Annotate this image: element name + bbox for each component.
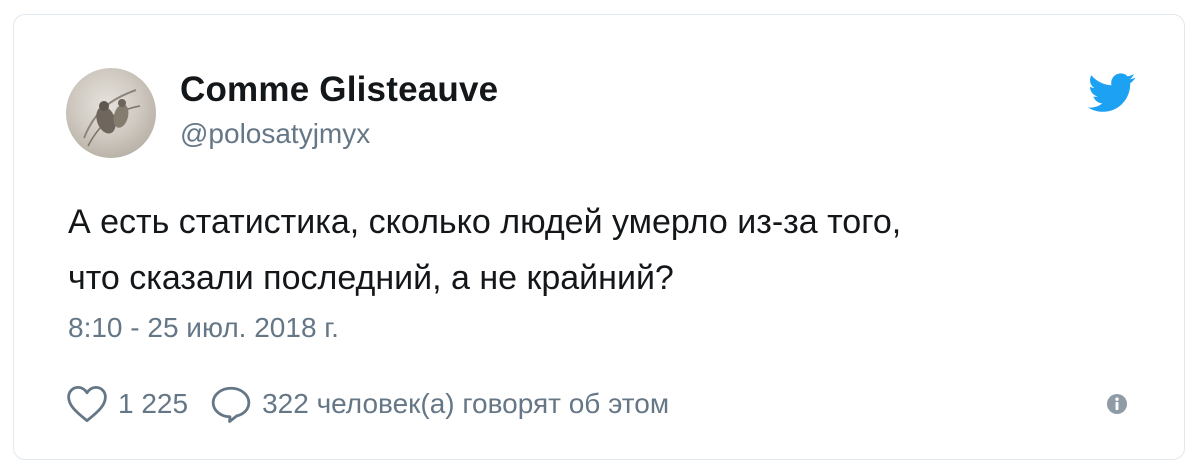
like-count: 1 225 [118, 388, 189, 419]
avatar-image [83, 89, 141, 147]
discussion-count: 322 человек(а) говорят об этом [262, 388, 670, 419]
speech-bubble-icon[interactable] [210, 384, 252, 424]
reply-action[interactable]: 322 человек(а) говорят об этом [188, 384, 669, 424]
author-display-name[interactable]: Comme Glisteauve [180, 70, 498, 110]
author-handle[interactable]: @polosatyjmyx [180, 118, 370, 150]
info-icon[interactable] [1106, 393, 1128, 415]
tweet-actions: 1 225 322 человек(а) говорят об этом [66, 382, 669, 426]
tweet-text-line: что сказали последний, а не крайний? [68, 259, 674, 297]
twitter-bird-icon[interactable] [1088, 73, 1136, 113]
avatar[interactable] [66, 68, 156, 158]
tweet-timestamp[interactable]: 8:10 - 25 июл. 2018 г. [68, 312, 339, 344]
like-action[interactable]: 1 225 [66, 384, 188, 424]
heart-icon[interactable] [66, 384, 108, 424]
tweet-text: А есть статистика, сколько людей умерло … [68, 194, 1128, 306]
tweet-text-line: А есть статистика, сколько людей умерло … [68, 203, 902, 241]
